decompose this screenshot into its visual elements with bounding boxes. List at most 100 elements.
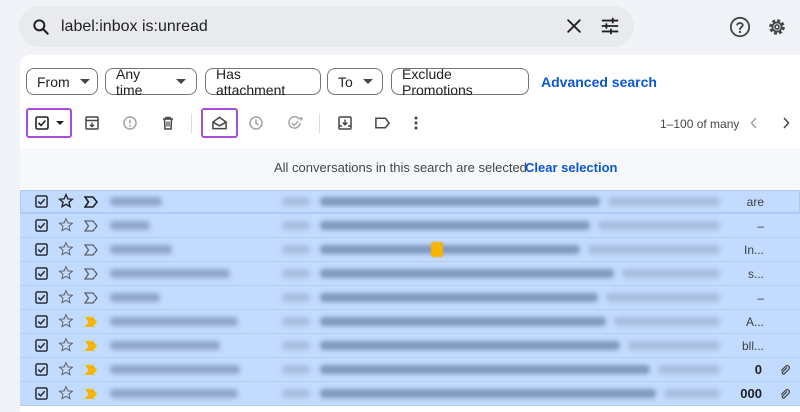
email-row[interactable]: bll...	[20, 334, 800, 358]
search-options-icon[interactable]	[599, 16, 621, 36]
more-options-button[interactable]	[408, 110, 424, 136]
toolbar-divider	[191, 113, 192, 133]
important-marker-icon[interactable]	[84, 363, 98, 381]
label-redacted	[282, 293, 310, 302]
report-spam-icon	[123, 116, 137, 130]
clock-icon	[249, 116, 263, 130]
important-marker-icon[interactable]	[84, 339, 98, 357]
chevron-right-icon	[783, 117, 790, 129]
sender-redacted	[110, 221, 150, 230]
settings-gear-icon[interactable]	[766, 16, 788, 38]
previous-page-button[interactable]	[746, 110, 762, 136]
snippet-tail: 0	[754, 362, 762, 377]
subject-redacted	[320, 365, 650, 374]
clear-selection-link[interactable]: Clear selection	[525, 160, 618, 175]
toolbar-divider	[319, 113, 320, 133]
email-row[interactable]: s...	[20, 262, 800, 286]
chip-label: Any time	[116, 65, 143, 98]
row-checkbox[interactable]	[35, 219, 48, 232]
subject-redacted	[320, 245, 580, 254]
mark-as-read-button[interactable]	[201, 108, 238, 138]
label-redacted	[282, 221, 310, 230]
label-redacted	[282, 197, 310, 206]
search-bar[interactable]: label:inbox is:unread	[19, 6, 634, 47]
chip-label: Exclude Promotions	[402, 65, 473, 98]
star-icon[interactable]	[58, 361, 74, 382]
row-checkbox[interactable]	[35, 195, 48, 208]
filter-chip-any-time[interactable]: Any time	[105, 65, 197, 98]
row-checkbox[interactable]	[35, 387, 48, 400]
chevron-down-icon	[79, 79, 90, 84]
filter-chip-from[interactable]: From	[26, 68, 98, 95]
snippet-tail: are	[746, 195, 764, 209]
star-icon[interactable]	[58, 289, 74, 310]
snippet-tail: s...	[747, 267, 764, 281]
subject-redacted	[320, 293, 598, 302]
label-redacted	[282, 317, 310, 326]
delete-button[interactable]	[158, 110, 178, 136]
important-marker-icon[interactable]	[83, 291, 98, 309]
snippet-tail: A...	[745, 315, 764, 329]
chevron-down-icon[interactable]	[55, 121, 64, 125]
filter-chip-has-attachment[interactable]: Has attachment	[205, 66, 321, 98]
mark-as-read-icon	[212, 116, 227, 130]
chip-label: From	[37, 73, 70, 90]
row-checkbox[interactable]	[35, 339, 48, 352]
top-bar: label:inbox is:unread	[0, 0, 800, 55]
row-checkbox[interactable]	[35, 315, 48, 328]
advanced-search-link[interactable]: Advanced search	[541, 74, 657, 90]
checked-checkbox-icon	[35, 219, 48, 232]
email-row[interactable]: –	[20, 214, 800, 238]
move-to-button[interactable]	[335, 110, 355, 136]
snippet-tail: 000	[740, 386, 762, 401]
email-row[interactable]: are	[20, 190, 800, 214]
email-row[interactable]: 000	[20, 382, 800, 406]
email-row[interactable]: 0	[20, 358, 800, 382]
select-all-checkbox[interactable]	[26, 108, 72, 138]
chevron-down-icon	[362, 79, 373, 84]
snippet-redacted	[664, 389, 720, 398]
star-icon[interactable]	[58, 241, 74, 262]
search-icon[interactable]	[31, 17, 51, 37]
email-row[interactable]: In...	[20, 238, 800, 262]
important-marker-icon[interactable]	[83, 195, 99, 213]
row-checkbox[interactable]	[35, 291, 48, 304]
star-icon[interactable]	[58, 265, 74, 286]
add-to-tasks-button[interactable]	[284, 110, 306, 136]
important-marker-icon[interactable]	[83, 243, 98, 261]
email-row[interactable]: –	[20, 286, 800, 310]
star-icon[interactable]	[58, 385, 74, 406]
add-task-icon	[287, 116, 303, 129]
star-icon[interactable]	[58, 217, 74, 238]
row-checkbox[interactable]	[35, 267, 48, 280]
checked-checkbox-icon	[35, 195, 48, 208]
important-marker-icon[interactable]	[84, 387, 98, 405]
search-query[interactable]: label:inbox is:unread	[61, 18, 208, 36]
star-icon[interactable]	[58, 313, 74, 334]
filter-chip-to[interactable]: To	[327, 68, 383, 95]
email-row[interactable]: A...	[20, 310, 800, 334]
important-marker-icon[interactable]	[83, 267, 98, 285]
sender-redacted	[110, 389, 238, 398]
attachment-icon	[778, 387, 792, 406]
label-button[interactable]	[372, 110, 392, 136]
important-marker-icon[interactable]	[84, 315, 98, 333]
highlight-blob	[431, 242, 443, 257]
sender-redacted	[110, 341, 220, 350]
checked-checkbox-icon	[35, 339, 48, 352]
important-marker-icon[interactable]	[83, 219, 98, 237]
row-checkbox[interactable]	[35, 363, 48, 376]
clear-search-icon[interactable]	[564, 16, 584, 36]
subject-redacted	[320, 389, 656, 398]
filter-chip-exclude-promotions[interactable]: Exclude Promotions	[391, 65, 529, 98]
archive-icon	[85, 116, 99, 130]
star-icon[interactable]	[58, 337, 74, 358]
row-checkbox[interactable]	[35, 243, 48, 256]
snooze-button[interactable]	[246, 110, 266, 136]
next-page-button[interactable]	[778, 110, 794, 136]
archive-button[interactable]	[82, 110, 102, 136]
chevron-down-icon	[176, 79, 186, 84]
report-spam-button[interactable]	[120, 110, 140, 136]
star-icon[interactable]	[57, 193, 75, 214]
help-icon[interactable]	[729, 16, 751, 38]
